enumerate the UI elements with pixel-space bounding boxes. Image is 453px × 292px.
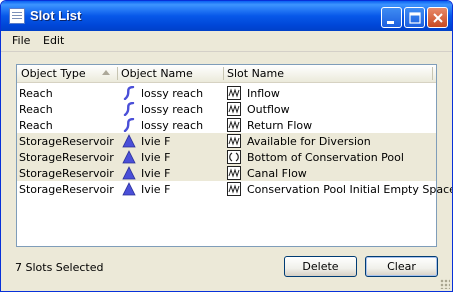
slot-name-cell: Inflow: [247, 87, 280, 100]
reservoir-icon: [122, 150, 136, 164]
column-divider[interactable]: [432, 67, 433, 80]
object-type-cell: Reach: [19, 119, 53, 132]
delete-button[interactable]: Delete: [284, 256, 357, 277]
slot-name-cell: Available for Diversion: [247, 135, 371, 148]
reach-icon: [123, 86, 135, 100]
object-name-cell: lossy reach: [141, 119, 204, 132]
object-name-cell: lossy reach: [141, 87, 204, 100]
object-type-cell: StorageReservoir: [19, 135, 114, 148]
object-type-cell: StorageReservoir: [19, 167, 114, 180]
title-bar[interactable]: Slot List: [1, 1, 452, 31]
clear-button[interactable]: Clear: [365, 256, 438, 277]
slot-name-cell: Bottom of Conservation Pool: [247, 151, 404, 164]
object-name-cell: Ivie F: [141, 183, 171, 196]
scalar-slot-icon: [227, 150, 241, 164]
object-type-cell: Reach: [19, 103, 53, 116]
reach-icon: [123, 118, 135, 132]
column-header-slot-name[interactable]: Slot Name: [227, 67, 284, 80]
close-button[interactable]: [427, 7, 448, 28]
close-icon: [433, 13, 443, 23]
object-name-cell: Ivie F: [141, 167, 171, 180]
object-type-cell: StorageReservoir: [19, 151, 114, 164]
resize-grip[interactable]: [440, 279, 450, 289]
slot-name-cell: Outflow: [247, 103, 290, 116]
menu-edit[interactable]: Edit: [43, 34, 64, 47]
object-type-cell: Reach: [19, 87, 53, 100]
reach-icon: [123, 102, 135, 116]
table-row[interactable]: StorageReservoir Ivie F Canal Flow: [17, 165, 436, 181]
column-divider[interactable]: [117, 67, 118, 80]
reservoir-icon: [122, 182, 136, 196]
table-header: Object Type Object Name Slot Name: [17, 65, 436, 83]
slot-table[interactable]: Object Type Object Name Slot Name Reach …: [16, 64, 452, 247]
series-slot-icon: [227, 166, 241, 180]
menu-bar: File Edit: [1, 31, 452, 52]
slot-list-window: Slot List File Edit Object Type Object N…: [0, 0, 453, 292]
selection-status: 7 Slots Selected: [15, 261, 104, 274]
series-slot-icon: [227, 102, 241, 116]
column-header-object-type[interactable]: Object Type: [21, 67, 86, 80]
table-row[interactable]: Reach lossy reach Inflow: [17, 85, 436, 101]
series-slot-icon: [227, 86, 241, 100]
sort-ascending-icon: [102, 70, 110, 75]
slot-list-app-icon: [9, 8, 25, 24]
object-type-cell: StorageReservoir: [19, 183, 114, 196]
table-row[interactable]: StorageReservoir Ivie F Available for Di…: [17, 133, 436, 149]
maximize-icon: [409, 12, 421, 24]
table-row[interactable]: StorageReservoir Ivie F Bottom of Conser…: [17, 149, 436, 165]
minimize-button[interactable]: [381, 7, 402, 28]
maximize-button[interactable]: [404, 7, 425, 28]
window-title: Slot List: [30, 8, 82, 23]
slot-name-cell: Conservation Pool Initial Empty Space: [247, 183, 453, 196]
object-name-cell: Ivie F: [141, 135, 171, 148]
series-slot-icon: [227, 118, 241, 132]
object-name-cell: Ivie F: [141, 151, 171, 164]
reservoir-icon: [122, 166, 136, 180]
table-row[interactable]: Reach lossy reach Return Flow: [17, 117, 436, 133]
series-slot-icon: [227, 134, 241, 148]
table-row[interactable]: Reach lossy reach Outflow: [17, 101, 436, 117]
column-divider[interactable]: [223, 67, 224, 80]
minimize-icon: [387, 21, 394, 24]
object-name-cell: lossy reach: [141, 103, 204, 116]
table-row[interactable]: StorageReservoir Ivie F Conservation Poo…: [17, 181, 452, 197]
series-slot-icon: [227, 182, 241, 196]
column-header-object-name[interactable]: Object Name: [121, 67, 193, 80]
reservoir-icon: [122, 134, 136, 148]
menu-file[interactable]: File: [12, 34, 30, 47]
slot-name-cell: Canal Flow: [247, 167, 307, 180]
slot-name-cell: Return Flow: [247, 119, 313, 132]
